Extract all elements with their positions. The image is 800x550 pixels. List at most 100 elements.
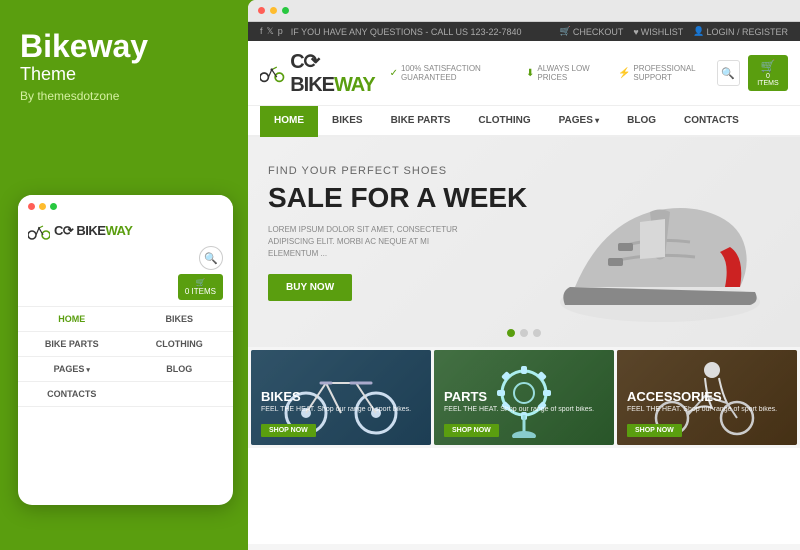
brand-title: Bikeway	[20, 30, 228, 62]
site-logo-way: WAY	[334, 74, 375, 96]
parts-card-overlay: PARTS FEEL THE HEAT. Shop our range of s…	[434, 381, 614, 445]
browser-dot-red	[258, 7, 265, 14]
mobile-logo-text: C⟳ BIKEWAY	[54, 223, 132, 239]
left-panel: Bikeway Theme By themesdotzone C⟳	[0, 0, 248, 550]
category-cards: BIKES FEEL THE HEAT. Shop our range of s…	[248, 347, 800, 448]
wishlist-link[interactable]: ♥ WISHLIST	[633, 27, 683, 37]
slider-dot-3[interactable]	[533, 329, 541, 337]
mobile-mockup: C⟳ BIKEWAY 🔍 🛒 0 ITEMS HOME BIKES BIKE P…	[18, 195, 233, 505]
dot-red	[28, 203, 35, 210]
bikes-card-overlay: BIKES FEEL THE HEAT. Shop our range of s…	[251, 381, 431, 445]
support-icon: ⚡	[618, 68, 630, 79]
mobile-nav-contacts[interactable]: CONTACTS	[18, 382, 126, 406]
mobile-browser-bar	[18, 195, 233, 216]
mobile-cart-button[interactable]: 🛒 0 ITEMS	[178, 274, 223, 300]
mobile-logo-row: C⟳ BIKEWAY	[18, 216, 233, 244]
site-header: C⟳ BIKEWAY ✓ 100% SATISFACTION GUARANTEE…	[248, 41, 800, 106]
topbar-right: 🛒 CHECKOUT ♥ WISHLIST 👤 LOGIN / REGISTER	[560, 26, 788, 37]
checkout-icon: 🛒	[560, 26, 571, 37]
mobile-nav-empty	[126, 382, 234, 406]
site-nav: HOME BIKES BIKE PARTS CLOTHING PAGES BLO…	[248, 106, 800, 137]
slider-dots	[507, 329, 541, 337]
mobile-nav-blog[interactable]: BLOG	[126, 357, 234, 381]
slider-dot-1[interactable]	[507, 329, 515, 337]
search-button[interactable]: 🔍	[717, 60, 740, 86]
header-features: ✓ 100% SATISFACTION GUARANTEED ⬇ ALWAYS …	[390, 64, 717, 82]
site-logo-text: C⟳ BIKEWAY	[290, 49, 389, 97]
nav-blog[interactable]: BLOG	[613, 106, 670, 137]
mobile-nav-pages[interactable]: PAGES	[18, 357, 126, 381]
dot-green	[50, 203, 57, 210]
cart-icon: 🛒	[756, 59, 780, 73]
hero-buy-button[interactable]: BUY NOW	[268, 274, 352, 301]
category-card-parts: PARTS FEEL THE HEAT. Shop our range of s…	[434, 350, 614, 445]
site-topbar: f 𝕏 p IF YOU HAVE ANY QUESTIONS - CALL U…	[248, 22, 800, 41]
mobile-nav: HOME BIKES BIKE PARTS cloTHing PAGES BLO…	[18, 306, 233, 407]
accessories-shop-button[interactable]: SHOP NOW	[627, 424, 682, 437]
nav-bikes[interactable]: BIKES	[318, 106, 377, 137]
right-panel: f 𝕏 p IF YOU HAVE ANY QUESTIONS - CALL U…	[248, 0, 800, 550]
pinterest-icon[interactable]: p	[278, 26, 283, 37]
mobile-nav-bike-parts[interactable]: BIKE PARTS	[18, 332, 126, 356]
mobile-logo-bike: C	[54, 223, 63, 238]
mobile-search-row: 🔍	[18, 244, 233, 274]
facebook-icon[interactable]: f	[260, 26, 263, 37]
slider-dot-2[interactable]	[520, 329, 528, 337]
hero-shoe-image	[540, 147, 780, 337]
accessories-card-subtitle: FEEL THE HEAT. Shop our range of sport b…	[627, 406, 787, 413]
brand-by: By themesdotzone	[20, 89, 228, 103]
mobile-cart-icon: 🛒	[185, 278, 216, 287]
hero-section: FIND YOUR PERFECT SHOES SALE FOR A WEEK …	[248, 137, 800, 347]
feature-satisfaction: ✓ 100% SATISFACTION GUARANTEED	[390, 64, 514, 82]
mobile-nav-row-1: HOME BIKES	[18, 307, 233, 332]
mobile-search-button[interactable]: 🔍	[199, 246, 223, 270]
topbar-left: f 𝕏 p IF YOU HAVE ANY QUESTIONS - CALL U…	[260, 26, 522, 37]
topbar-message: IF YOU HAVE ANY QUESTIONS - CALL US 123-…	[291, 27, 522, 37]
mobile-nav-clothing[interactable]: cloTHing	[126, 332, 234, 356]
browser-chrome	[248, 0, 800, 22]
parts-shop-button[interactable]: SHOP NOW	[444, 424, 499, 437]
mobile-logo-icon	[28, 222, 50, 240]
brand-subtitle: Theme	[20, 64, 228, 85]
mobile-nav-home[interactable]: HOME	[18, 307, 126, 331]
browser-dot-green	[282, 7, 289, 14]
login-icon: 👤	[693, 26, 704, 37]
mobile-cart-row: 🛒 0 ITEMS	[18, 274, 233, 306]
hero-description: LOREM IPSUM DOLOR SIT AMET, CONSECTETUR …	[268, 224, 468, 260]
website-content: f 𝕏 p IF YOU HAVE ANY QUESTIONS - CALL U…	[248, 22, 800, 544]
nav-pages[interactable]: PAGES	[545, 106, 614, 137]
site-logo-icon	[260, 61, 285, 85]
login-link[interactable]: 👤 LOGIN / REGISTER	[693, 26, 788, 37]
bikes-card-title: BIKES	[261, 389, 421, 404]
site-logo-bike: C⟳ BIKE	[290, 51, 334, 96]
mobile-cart-label: 0 ITEMS	[185, 287, 216, 296]
nav-clothing[interactable]: CLOTHING	[464, 106, 544, 137]
social-icons: f 𝕏 p	[260, 26, 283, 37]
accessories-card-overlay: ACCESSORIES FEEL THE HEAT. Shop our rang…	[617, 381, 797, 445]
mobile-nav-row-2: BIKE PARTS cloTHing	[18, 332, 233, 357]
twitter-icon[interactable]: 𝕏	[267, 26, 274, 37]
mobile-nav-bikes[interactable]: BIKES	[126, 307, 234, 331]
parts-card-subtitle: FEEL THE HEAT. Shop our range of sport b…	[444, 406, 604, 413]
cart-button[interactable]: 🛒 0 ITEMS	[748, 55, 788, 91]
nav-contacts[interactable]: CONTACTS	[670, 106, 753, 137]
mobile-nav-row-3: PAGES BLOG	[18, 357, 233, 382]
wishlist-icon: ♥	[633, 27, 638, 37]
nav-bike-parts[interactable]: BIKE PARTS	[377, 106, 465, 137]
nav-home[interactable]: HOME	[260, 106, 318, 137]
site-logo: C⟳ BIKEWAY	[260, 49, 390, 97]
mobile-logo: C⟳ BIKEWAY	[28, 222, 132, 240]
satisfaction-icon: ✓	[390, 68, 398, 79]
accessories-card-title: ACCESSORIES	[627, 389, 787, 404]
cart-label: 0 ITEMS	[756, 73, 780, 87]
checkout-link[interactable]: 🛒 CHECKOUT	[560, 26, 624, 37]
category-card-accessories: ACCESSORIES FEEL THE HEAT. Shop our rang…	[617, 350, 797, 445]
parts-card-title: PARTS	[444, 389, 604, 404]
header-actions: 🔍 🛒 0 ITEMS	[717, 55, 788, 91]
bikes-card-subtitle: FEEL THE HEAT. Shop our range of sport b…	[261, 406, 421, 413]
browser-dot-yellow	[270, 7, 277, 14]
bikes-shop-button[interactable]: SHOP NOW	[261, 424, 316, 437]
dot-yellow	[39, 203, 46, 210]
feature-prices: ⬇ ALWAYS LOW PRICES	[526, 64, 606, 82]
prices-icon: ⬇	[526, 68, 534, 79]
